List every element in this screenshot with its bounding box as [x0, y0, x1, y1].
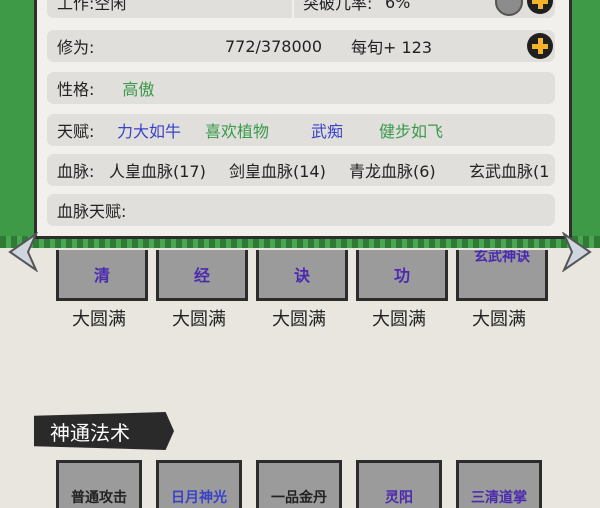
skill-slot[interactable]: 玄武神诀	[456, 250, 548, 301]
bloodline-talent-label: 血脉天赋:	[57, 202, 127, 221]
character-panel-frame: 工作: 空闲 突破几率: 6% 修为: 772/378000 每旬+ 123 性…	[0, 0, 600, 248]
skill-level: 大圆满	[472, 309, 526, 330]
art-label: 三清道掌	[471, 490, 527, 506]
character-info-panel: 工作: 空闲 突破几率: 6% 修为: 772/378000 每旬+ 123 性…	[34, 0, 572, 239]
skill-slot[interactable]: 诀	[256, 250, 348, 301]
art-slot[interactable]: 一品金丹	[256, 460, 342, 508]
personality-value: 高傲	[122, 80, 155, 99]
row-divider	[292, 0, 294, 18]
skill-slot[interactable]: 经	[156, 250, 248, 301]
art-label: 灵阳	[385, 490, 413, 506]
skill-glyph: 清	[93, 266, 110, 285]
skill-level: 大圆满	[72, 309, 126, 330]
bloodline-row: 血脉: 人皇血脉(17) 剑皇血脉(14) 青龙血脉(6) 玄武血脉(1	[47, 154, 555, 186]
arrow-right-icon[interactable]	[560, 232, 594, 272]
talent-label: 天赋:	[57, 122, 95, 141]
art-label: 日月神光	[171, 490, 227, 506]
add-cultivation-button[interactable]	[527, 33, 553, 59]
skill-glyph: 经	[193, 266, 210, 285]
personality-label: 性格:	[57, 80, 95, 99]
section-title-arts: 神通法术	[34, 412, 174, 450]
art-slot[interactable]: 灵阳	[356, 460, 442, 508]
skill-level: 大圆满	[372, 309, 426, 330]
skill-glyph: 功	[393, 266, 410, 285]
art-label: 普通攻击	[71, 490, 127, 506]
bloodline-item[interactable]: 玄武血脉(1	[469, 158, 549, 182]
cultivation-label: 修为:	[57, 38, 95, 57]
talent-item[interactable]: 武痴	[311, 118, 343, 142]
work-value: 空闲	[94, 0, 127, 13]
breakthrough-label: 突破几率:	[303, 0, 373, 13]
skill-glyph: 玄武神诀	[474, 250, 530, 265]
work-label: 工作:	[57, 0, 95, 13]
arrow-left-icon[interactable]	[6, 232, 40, 272]
talent-item[interactable]: 喜欢植物	[205, 118, 269, 142]
bloodline-item[interactable]: 剑皇血脉(14)	[229, 158, 326, 182]
section-title: 神通法术	[50, 420, 130, 445]
talent-row: 天赋: 力大如牛 喜欢植物 武痴 健步如飞	[47, 114, 555, 146]
skill-level: 大圆满	[172, 309, 226, 330]
skill-slot[interactable]: 清	[56, 250, 148, 301]
skill-level: 大圆满	[272, 309, 326, 330]
art-slot[interactable]: 日月神光	[156, 460, 242, 508]
cultivation-row: 修为: 772/378000 每旬+ 123	[47, 30, 555, 62]
work-row: 工作: 空闲 突破几率: 6%	[47, 0, 555, 18]
art-label: 一品金丹	[271, 490, 327, 506]
skill-slot[interactable]: 功	[356, 250, 448, 301]
breakthrough-value: 6%	[385, 0, 411, 12]
personality-row: 性格: 高傲	[47, 72, 555, 104]
bloodline-item[interactable]: 青龙血脉(6)	[349, 158, 436, 182]
bloodline-label: 血脉:	[57, 162, 95, 181]
art-slot[interactable]: 普通攻击	[56, 460, 142, 508]
cultivation-value: 772/378000	[225, 36, 323, 56]
plus-icon[interactable]	[527, 0, 553, 14]
bloodline-item[interactable]: 人皇血脉(17)	[109, 158, 206, 182]
bloodline-talent-row: 血脉天赋:	[47, 194, 555, 226]
skill-glyph: 诀	[293, 266, 310, 285]
talent-item[interactable]: 健步如飞	[379, 118, 443, 142]
cultivation-rate: 每旬+ 123	[351, 38, 433, 57]
talent-item[interactable]: 力大如牛	[117, 118, 181, 142]
art-slot[interactable]: 三清道掌	[456, 460, 542, 508]
spiral-icon[interactable]	[495, 0, 523, 16]
